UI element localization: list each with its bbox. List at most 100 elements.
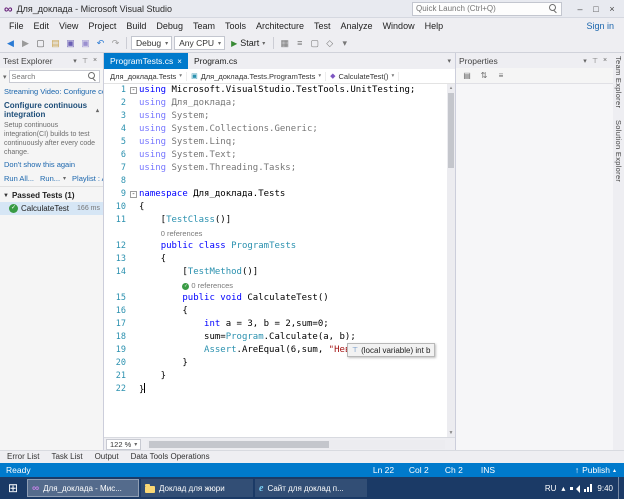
- codelens-references[interactable]: 0 references: [191, 281, 233, 290]
- code-line[interactable]: 16 {: [104, 305, 455, 318]
- code-line[interactable]: 8: [104, 175, 455, 188]
- horizontal-scrollbar[interactable]: [147, 440, 445, 449]
- build-icon[interactable]: ▦: [278, 38, 291, 49]
- breadcrumb-для-доклада-tests[interactable]: Для_доклада.Tests▾: [106, 72, 187, 81]
- menu-help[interactable]: Help: [420, 18, 449, 34]
- zoom-dropdown[interactable]: 122 % ▾: [106, 439, 141, 450]
- language-indicator[interactable]: RU: [545, 484, 557, 493]
- code-line[interactable]: 14 [TestMethod()]: [104, 266, 455, 279]
- menu-build[interactable]: Build: [121, 18, 151, 34]
- pin-icon[interactable]: ⊤: [590, 57, 600, 65]
- side-tab-solution-explorer[interactable]: Solution Explorer: [614, 120, 623, 182]
- menu-test[interactable]: Test: [309, 18, 336, 34]
- code-line[interactable]: 6using System.Text;: [104, 149, 455, 162]
- taskbar-item-для-доклада-мис[interactable]: ∞Для_доклада - Мис...: [27, 479, 139, 497]
- start-debugging-button[interactable]: ▶ Start ▾: [227, 36, 269, 51]
- categorized-icon[interactable]: ▤: [461, 71, 473, 80]
- code-line[interactable]: 2using Для_доклада;: [104, 97, 455, 110]
- close-icon[interactable]: ×: [600, 57, 610, 65]
- forward-icon[interactable]: ▶: [19, 38, 32, 49]
- menu-debug[interactable]: Debug: [151, 18, 188, 34]
- show-desktop-button[interactable]: [618, 477, 621, 499]
- volume-icon[interactable]: [570, 484, 579, 493]
- comment-icon[interactable]: ◇: [323, 38, 336, 49]
- tab-program-cs[interactable]: Program.cs: [188, 53, 243, 69]
- bottom-tab-output[interactable]: Output: [90, 451, 124, 463]
- scrollbar-thumb[interactable]: [149, 441, 329, 448]
- code-line[interactable]: 15 public void CalculateTest(): [104, 292, 455, 305]
- breadcrumb-calculatetest[interactable]: ◆CalculateTest()▾: [326, 72, 399, 81]
- menu-window[interactable]: Window: [378, 18, 420, 34]
- side-tab-team-explorer[interactable]: Team Explorer: [614, 56, 623, 108]
- undo-icon[interactable]: ↶: [94, 38, 107, 49]
- run-all-link[interactable]: Run All...: [4, 174, 34, 183]
- menu-edit[interactable]: Edit: [29, 18, 55, 34]
- code-line[interactable]: 20 }: [104, 357, 455, 370]
- menu-team[interactable]: Team: [188, 18, 220, 34]
- property-pages-icon[interactable]: ≡: [495, 71, 507, 80]
- menu-tools[interactable]: Tools: [220, 18, 251, 34]
- scrollbar-thumb[interactable]: [448, 93, 454, 168]
- pin-icon[interactable]: ⊤: [80, 57, 90, 65]
- code-line[interactable]: 7using System.Threading.Tasks;: [104, 162, 455, 175]
- platform-dropdown[interactable]: Any CPU ▾: [174, 36, 225, 50]
- bottom-tab-task-list[interactable]: Task List: [46, 451, 87, 463]
- back-icon[interactable]: ◀: [4, 38, 17, 49]
- scroll-down-icon[interactable]: ▼: [447, 430, 455, 436]
- new-file-icon[interactable]: ▢: [34, 38, 47, 49]
- test-search-box[interactable]: [9, 70, 100, 83]
- fold-toggle-icon[interactable]: -: [130, 191, 137, 198]
- network-icon[interactable]: [584, 484, 592, 492]
- codelens-row[interactable]: ✓0 references: [104, 279, 455, 292]
- streaming-video-link[interactable]: Streaming Video: Configure co...: [0, 85, 103, 98]
- code-line[interactable]: 13 {: [104, 253, 455, 266]
- breadcrumb-для-доклада-tests-programtests[interactable]: ▣Для_доклада.Tests.ProgramTests▾: [187, 72, 326, 81]
- menu-project[interactable]: Project: [83, 18, 121, 34]
- fold-toggle-icon[interactable]: -: [130, 87, 137, 94]
- menu-file[interactable]: File: [4, 18, 29, 34]
- window-position-icon[interactable]: ▾: [70, 57, 80, 65]
- taskbar-item-доклад-для-жюри[interactable]: Доклад для жюри: [141, 479, 253, 497]
- test-search-input[interactable]: [12, 72, 86, 81]
- code-line[interactable]: 12 public class ProgramTests: [104, 240, 455, 253]
- close-button[interactable]: ×: [604, 2, 620, 16]
- run-link[interactable]: Run...: [40, 174, 60, 183]
- publish-button[interactable]: ↑ Publish ▴: [575, 465, 616, 475]
- open-file-icon[interactable]: ▤: [49, 38, 62, 49]
- save-all-icon[interactable]: ▣: [79, 38, 92, 49]
- collapse-icon[interactable]: ▴: [96, 107, 99, 114]
- redo-icon[interactable]: ↷: [109, 38, 122, 49]
- start-button[interactable]: ⊞: [0, 477, 26, 499]
- quick-launch-input[interactable]: [416, 4, 546, 13]
- code-line[interactable]: 3using System;: [104, 110, 455, 123]
- minimize-button[interactable]: –: [572, 2, 588, 16]
- debug-configuration-dropdown[interactable]: Debug ▾: [131, 36, 172, 50]
- code-line[interactable]: 1-using Microsoft.VisualStudio.TestTools…: [104, 84, 455, 97]
- test-list-item-calculatetest[interactable]: ✓CalculateTest166 ms: [0, 202, 103, 215]
- codelens-row[interactable]: 0 references: [104, 227, 455, 240]
- code-editor[interactable]: 1-using Microsoft.VisualStudio.TestTools…: [104, 84, 455, 437]
- codelens-references[interactable]: 0 references: [161, 229, 203, 238]
- group-by-icon[interactable]: ▾: [3, 73, 7, 81]
- passed-tests-group-header[interactable]: ▼ Passed Tests (1): [0, 187, 103, 202]
- code-line[interactable]: 4using System.Collections.Generic;: [104, 123, 455, 136]
- window-position-icon[interactable]: ▾: [580, 57, 590, 65]
- code-line[interactable]: 22}: [104, 383, 455, 396]
- vertical-scrollbar[interactable]: ▴ ▼: [447, 84, 455, 437]
- sign-in-link[interactable]: Sign in: [586, 21, 620, 31]
- code-line[interactable]: 21 }: [104, 370, 455, 383]
- alphabetical-icon[interactable]: ⇅: [478, 71, 490, 80]
- code-line[interactable]: 5using System.Linq;: [104, 136, 455, 149]
- scroll-up-icon[interactable]: ▴: [447, 85, 455, 91]
- step-icon[interactable]: ≡: [293, 38, 306, 49]
- more-options-icon[interactable]: ▾: [338, 38, 351, 49]
- tab-programtests-cs[interactable]: ProgramTests.cs×: [104, 53, 188, 69]
- maximize-button[interactable]: □: [588, 2, 604, 16]
- taskbar-item-сайт-для-доклад-п[interactable]: eСайт для доклад п...: [255, 479, 367, 497]
- bottom-tab-data-tools-operations[interactable]: Data Tools Operations: [126, 451, 215, 463]
- code-line[interactable]: 10{: [104, 201, 455, 214]
- menu-view[interactable]: View: [54, 18, 83, 34]
- hidden-icons-chevron[interactable]: ▴: [561, 484, 565, 493]
- playlist-dropdown[interactable]: Playlist : All Te...: [72, 174, 103, 183]
- clock[interactable]: 9:40: [597, 484, 613, 493]
